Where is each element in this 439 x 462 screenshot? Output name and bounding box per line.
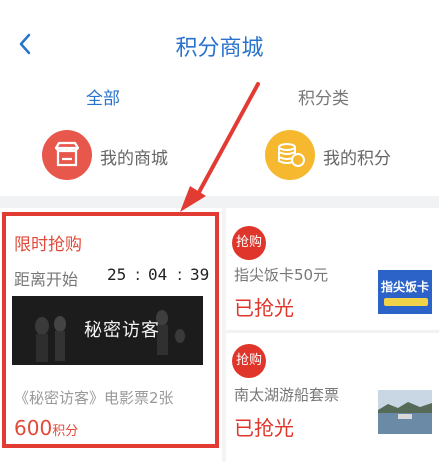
poster-title: 秘密访客 (84, 320, 160, 341)
countdown-label: 距离开始 (14, 270, 79, 289)
shop-icon (42, 130, 92, 180)
item-name: 指尖饭卡50元 (234, 266, 329, 284)
countdown-minutes: 04 (148, 265, 168, 284)
thumb-text: 指尖饭卡 (381, 280, 430, 294)
flash-price: 600积分 (14, 416, 78, 440)
flash-product-name: 《秘密访客》电影票2张 (14, 389, 174, 407)
item-divider (226, 330, 439, 333)
my-points-label: 我的积分 (323, 149, 391, 169)
sold-out-label: 已抢光 (234, 296, 294, 320)
tab-points[interactable]: 积分类 (298, 84, 349, 109)
flash-sale-title: 限时抢购 (14, 235, 82, 255)
countdown-seconds: 39 (190, 265, 210, 284)
price-value: 600 (14, 416, 53, 440)
countdown-separator: : (177, 265, 183, 284)
countdown-separator: : (135, 265, 141, 284)
flash-badge: 抢购 (232, 344, 266, 378)
section-divider (0, 196, 439, 208)
price-unit: 积分 (52, 424, 79, 439)
sold-out-label: 已抢光 (234, 416, 294, 440)
countdown-hours: 25 (107, 265, 127, 284)
lake-cruise-thumbnail (378, 390, 432, 434)
coins-icon (265, 130, 315, 180)
flash-badge: 抢购 (232, 226, 266, 260)
my-mall-shortcut[interactable]: 我的商城 (42, 130, 202, 186)
page-title: 积分商城 (175, 36, 264, 61)
item-name: 南太湖游船套票 (234, 386, 340, 404)
tab-all[interactable]: 全部 (86, 84, 120, 109)
my-points-shortcut[interactable]: 我的积分 (265, 130, 435, 186)
meal-card-thumbnail: 指尖饭卡 (378, 270, 432, 314)
movie-poster-image: 秘密访客 (12, 296, 203, 365)
my-mall-label: 我的商城 (100, 149, 168, 169)
